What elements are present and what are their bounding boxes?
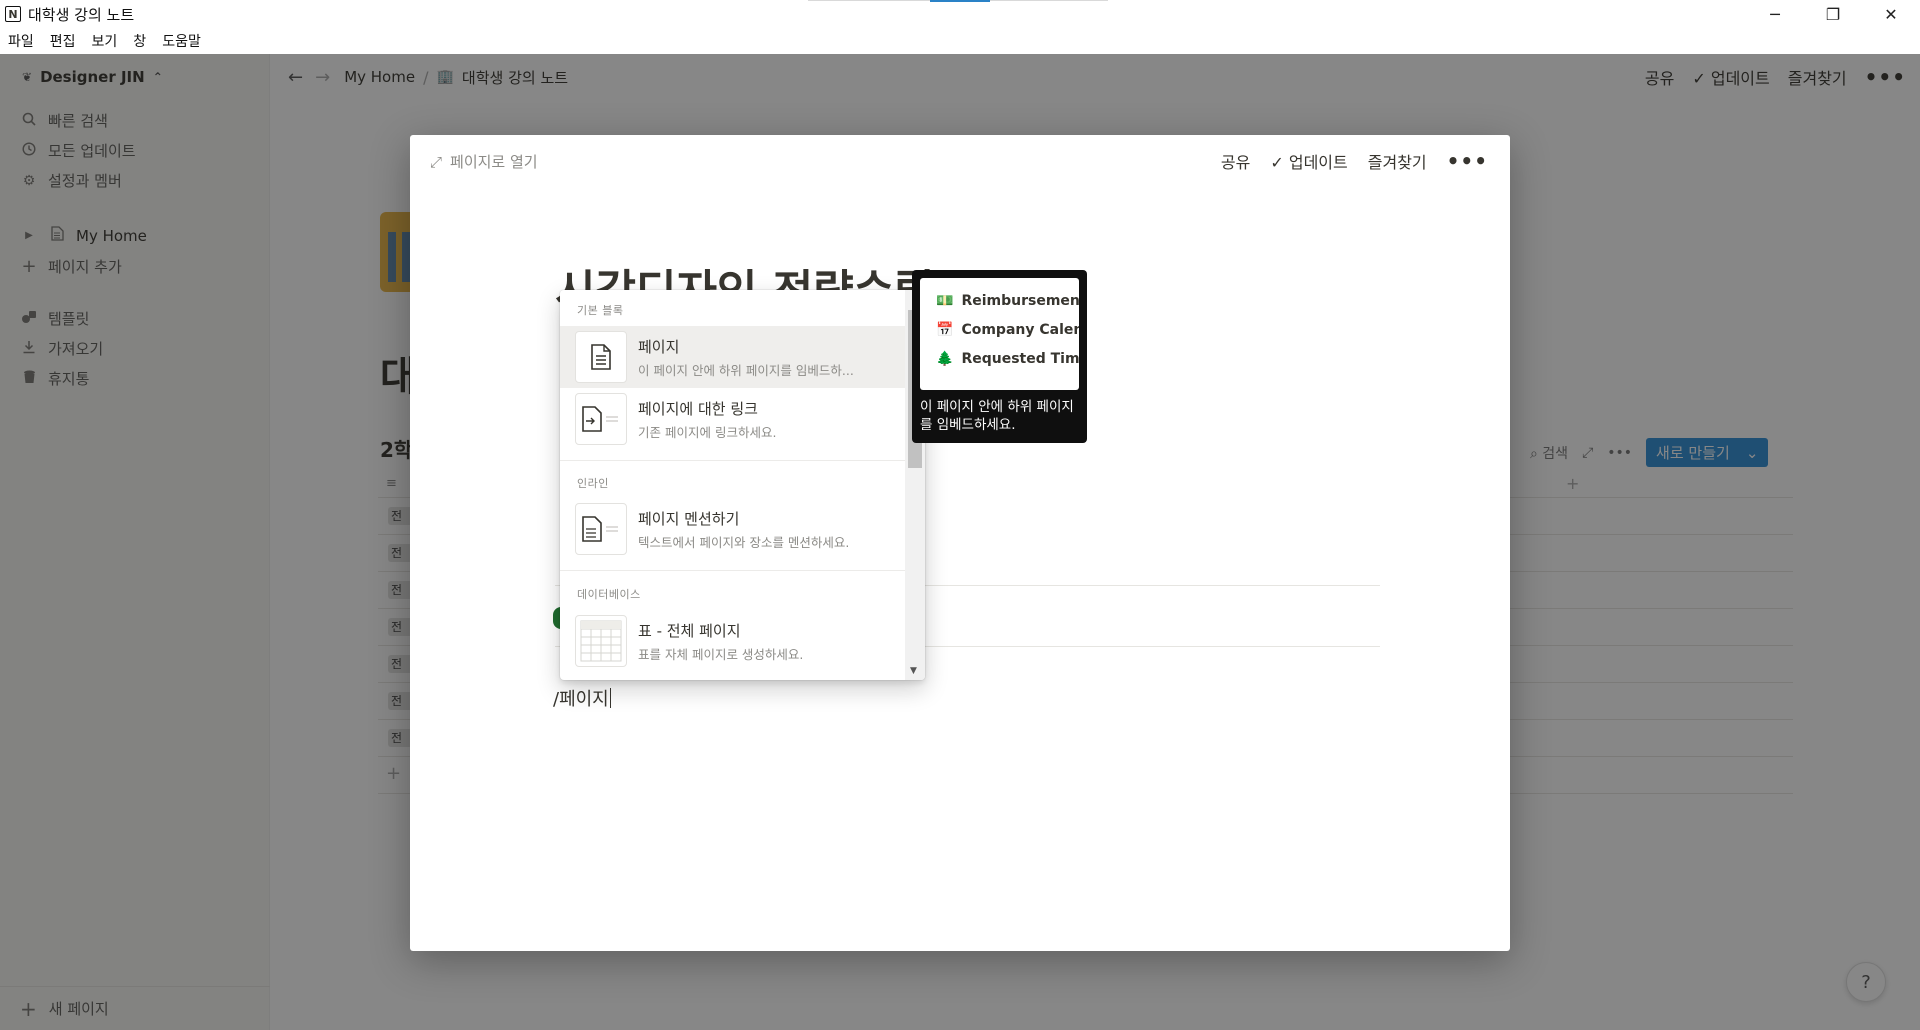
preview-label: Company Calendar xyxy=(961,321,1079,338)
minimize-button[interactable]: ─ xyxy=(1746,0,1804,28)
modal-updates-label: 업데이트 xyxy=(1288,153,1348,172)
section-divider xyxy=(560,460,905,461)
slash-command-input[interactable]: /페이지 xyxy=(553,685,611,711)
command-description: 표를 자체 페이지로 생성하세요. xyxy=(638,646,804,662)
command-description: 텍스트에서 페이지와 장소를 멘션하세요. xyxy=(638,534,850,550)
command-name: 페이지 멘션하기 xyxy=(638,509,740,528)
command-description: 기존 페이지에 링크하세요. xyxy=(638,424,777,440)
section-divider xyxy=(560,570,905,571)
modal-actions: 공유 ✓ 업데이트 즐겨찾기 ••• xyxy=(1221,149,1488,173)
tooltip-preview-image: 💵 Reimbursement 📅 Company Calendar 🌲 Req… xyxy=(920,278,1079,390)
titlebar-accent xyxy=(930,0,990,2)
slash-command-menu: 기본 블록 페이지 이 페이지 안에 하위 페이지를 임베드하... 페이지에 … xyxy=(560,290,925,680)
command-item-mention-page[interactable]: 페이지 멘션하기 텍스트에서 페이지와 장소를 멘션하세요. xyxy=(560,498,905,560)
modal-updates-button[interactable]: ✓ 업데이트 xyxy=(1270,149,1347,173)
menu-bar: 파일 편집 보기 창 도움말 xyxy=(0,28,1920,54)
mention-page-thumb-icon xyxy=(575,503,627,555)
page-thumb-icon xyxy=(575,331,627,383)
command-list: 기본 블록 페이지 이 페이지 안에 하위 페이지를 임베드하... 페이지에 … xyxy=(560,290,905,680)
slash-command-text: /페이지 xyxy=(553,689,609,710)
section-database: 데이터베이스 xyxy=(577,588,641,601)
modal-share-button[interactable]: 공유 xyxy=(1221,149,1250,173)
table-thumb-icon xyxy=(575,615,627,667)
open-as-page-button[interactable]: ⤢ 페이지로 열기 xyxy=(430,151,538,172)
menu-view[interactable]: 보기 xyxy=(92,31,118,51)
command-item-page[interactable]: 페이지 이 페이지 안에 하위 페이지를 임베드하... xyxy=(560,326,905,388)
modal-favorite-button[interactable]: 즐겨찾기 xyxy=(1368,149,1427,173)
preview-row: 💵 Reimbursement xyxy=(936,286,1079,315)
scroll-down-arrow-icon[interactable]: ▼ xyxy=(910,666,917,676)
more-icon[interactable]: ••• xyxy=(1447,149,1488,173)
maximize-button[interactable]: ❐ xyxy=(1804,0,1862,28)
preview-label: Requested Time xyxy=(961,350,1079,367)
preview-label: Reimbursement xyxy=(961,292,1079,309)
section-inline: 인라인 xyxy=(577,477,609,490)
open-as-page-label: 페이지로 열기 xyxy=(450,153,538,171)
menu-help[interactable]: 도움말 xyxy=(162,31,201,51)
section-basic-blocks: 기본 블록 xyxy=(577,304,624,317)
command-description: 이 페이지 안에 하위 페이지를 임베드하... xyxy=(638,362,854,378)
expand-icon: ⤢ xyxy=(430,152,443,171)
command-name: 표 - 전체 페이지 xyxy=(638,621,741,640)
window-controls: ─ ❐ ✕ xyxy=(1746,0,1920,28)
tree-icon: 🌲 xyxy=(936,350,954,367)
close-button[interactable]: ✕ xyxy=(1862,0,1920,28)
menu-file[interactable]: 파일 xyxy=(8,31,34,51)
command-name: 페이지 xyxy=(638,337,680,356)
text-caret xyxy=(609,688,611,708)
calendar-icon: 📅 xyxy=(936,321,954,338)
command-name: 페이지에 대한 링크 xyxy=(638,399,758,418)
menu-window[interactable]: 창 xyxy=(133,31,146,51)
check-icon: ✓ xyxy=(1270,153,1289,172)
preview-row: 📅 Company Calendar xyxy=(936,315,1079,344)
command-item-link-to-page[interactable]: 페이지에 대한 링크 기존 페이지에 링크하세요. xyxy=(560,388,905,450)
tooltip-description: 이 페이지 안에 하위 페이지를 임베드하세요. xyxy=(920,399,1074,433)
window-titlebar: N 대학생 강의 노트 ─ ❐ ✕ xyxy=(0,0,1920,28)
money-icon: 💵 xyxy=(936,292,954,309)
preview-row: 🌲 Requested Time xyxy=(936,344,1079,373)
command-item-table-full-page[interactable]: 표 - 전체 페이지 표를 자체 페이지로 생성하세요. xyxy=(560,610,905,672)
notion-logo-icon: N xyxy=(5,6,21,22)
window-title: 대학생 강의 노트 xyxy=(28,5,135,24)
menu-edit[interactable]: 편집 xyxy=(50,31,76,51)
command-preview-tooltip: 💵 Reimbursement 📅 Company Calendar 🌲 Req… xyxy=(912,270,1087,443)
link-page-thumb-icon xyxy=(575,393,627,445)
